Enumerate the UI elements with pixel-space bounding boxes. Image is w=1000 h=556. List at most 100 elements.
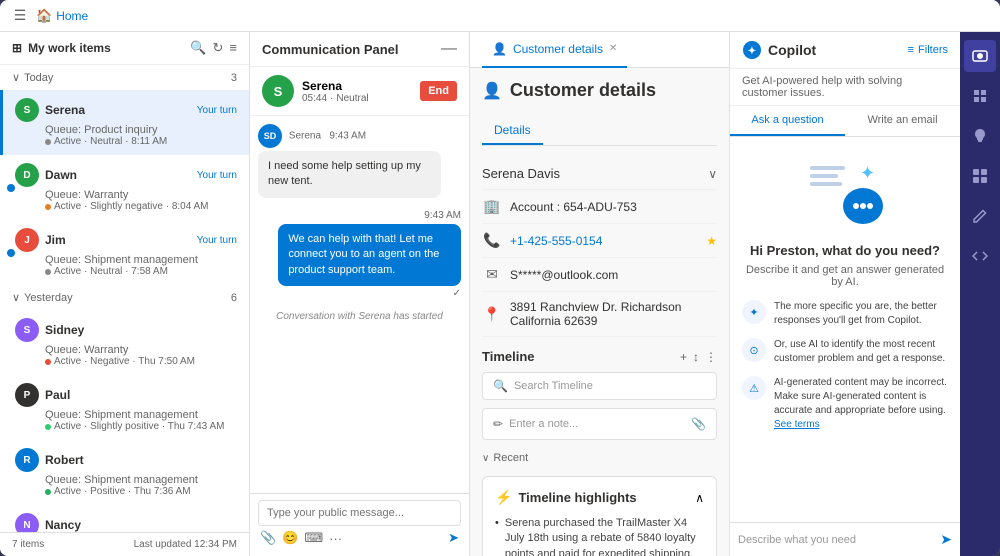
today-section-header: ∨ Today 3 [0, 65, 249, 90]
copilot-tabs: Ask a question Write an email [730, 106, 960, 137]
copilot-content: ✦ Hi Preston, what do you need? Describe… [730, 137, 960, 522]
timeline-search-placeholder: Search Timeline [514, 380, 593, 392]
tab-ask-question[interactable]: Ask a question [730, 106, 845, 136]
attach-icon[interactable]: 📎 [691, 417, 706, 431]
status-paul: Active · Slightly positive · Thu 7:43 AM [15, 421, 237, 432]
send-icon[interactable]: ➤ [448, 530, 459, 546]
name-serena: Serena [45, 103, 191, 117]
copilot-panel: ✦ Copilot ≡ Filters Get AI-powered help … [730, 32, 960, 556]
highlights-chevron[interactable]: ∧ [695, 491, 704, 505]
copilot-illustration: ✦ [805, 161, 885, 231]
customer-header: 👤 Customer details [482, 80, 717, 101]
message-header-1: SD Serena 9:43 AM [258, 124, 461, 148]
phone-number[interactable]: +1-425-555-0154 [510, 234, 698, 248]
queue-serena: Queue: Product inquiry [15, 124, 237, 136]
detail-row-account: 🏢 Account : 654-ADU-753 [482, 190, 717, 224]
chat-messages: SD Serena 9:43 AM I need some help setti… [250, 116, 469, 493]
add-timeline-icon[interactable]: + [680, 350, 687, 364]
name-paul: Paul [45, 388, 237, 402]
name-robert: Robert [45, 453, 237, 467]
chat-note: Conversation with Serena has started [258, 311, 461, 322]
sidebar-icon-lightbulb[interactable] [964, 120, 996, 152]
phone-icon: 📞 [482, 232, 502, 249]
copilot-greeting: Hi Preston, what do you need? [750, 243, 940, 258]
right-sidebar [960, 32, 1000, 556]
timeline-header: Timeline + ↕ ⋮ [482, 349, 717, 364]
tab-write-email[interactable]: Write an email [845, 106, 960, 136]
work-items-list: ∨ Today 3 S Serena Your turn Queue: Prod… [0, 65, 249, 532]
home-icon: 🏠 [36, 8, 52, 24]
menu-icon[interactable]: ☰ [12, 8, 28, 24]
detail-tab-details[interactable]: Details [482, 117, 543, 145]
tab-close-icon[interactable]: ✕ [609, 43, 617, 54]
end-button[interactable]: End [420, 81, 457, 101]
communication-panel: Communication Panel — S Serena 05:44 · N… [250, 32, 470, 556]
refresh-icon[interactable]: ↻ [213, 40, 224, 56]
yesterday-chevron[interactable]: ∨ [12, 291, 20, 304]
work-item-paul[interactable]: P Paul Queue: Shipment management Active… [0, 375, 249, 440]
customer-tab-label: Customer details [513, 42, 603, 56]
name-dawn: Dawn [45, 168, 191, 182]
queue-robert: Queue: Shipment management [15, 474, 237, 486]
sidebar-icon-edit[interactable] [964, 200, 996, 232]
contact-status: 05:44 · Neutral [302, 93, 412, 104]
customer-content: 👤 Customer details Details Serena Davis … [470, 68, 729, 556]
emoji-icon[interactable]: 😊 [282, 530, 298, 546]
chat-input[interactable] [258, 500, 461, 526]
sidebar-icon-teams[interactable] [964, 40, 996, 72]
queue-jim: Queue: Shipment management [15, 254, 237, 266]
gif-icon[interactable]: ⌨ [304, 530, 323, 546]
sidebar-icon-apps[interactable] [964, 80, 996, 112]
search-icon[interactable]: 🔍 [190, 40, 206, 56]
star-icon[interactable]: ★ [706, 234, 717, 248]
more-timeline-icon[interactable]: ⋮ [705, 350, 717, 364]
copilot-send-icon[interactable]: ➤ [940, 531, 952, 548]
contact-name: Serena [302, 79, 412, 93]
copilot-tip-2: ⊙ Or, use AI to identify the most recent… [742, 338, 948, 366]
account-icon: 🏢 [482, 198, 502, 215]
timeline-actions: + ↕ ⋮ [680, 350, 717, 364]
tip-icon-3: ⚠ [742, 376, 766, 400]
contact-info: Serena 05:44 · Neutral [302, 79, 412, 104]
timeline-search-icon: 🔍 [493, 379, 508, 393]
work-item-jim[interactable]: J Jim Your turn Queue: Shipment manageme… [0, 220, 249, 285]
work-items-actions: 🔍 ↻ ≡ [190, 40, 237, 56]
work-item-nancy[interactable]: N Nancy Queue: Warranty Active · Positiv… [0, 505, 249, 532]
minimize-icon[interactable]: — [441, 40, 457, 58]
work-item-robert[interactable]: R Robert Queue: Shipment management Acti… [0, 440, 249, 505]
filters-button[interactable]: ≡ Filters [908, 44, 948, 56]
svg-text:✦: ✦ [860, 163, 875, 183]
filter-icon[interactable]: ≡ [229, 40, 237, 56]
chat-message-incoming: SD Serena 9:43 AM I need some help setti… [258, 124, 461, 198]
contact-avatar: S [262, 75, 294, 107]
status-robert: Active · Positive · Thu 7:36 AM [15, 486, 237, 497]
today-chevron[interactable]: ∨ [12, 71, 20, 84]
address: 3891 Ranchview Dr. Richardson California… [510, 300, 717, 328]
sender-name-1: Serena [289, 131, 321, 142]
more-icon[interactable]: ··· [329, 531, 342, 546]
sidebar-icon-grid[interactable] [964, 160, 996, 192]
copilot-title: Copilot [768, 42, 816, 58]
terms-link[interactable]: See terms [774, 419, 820, 430]
work-item-sidney[interactable]: S Sidney Queue: Warranty Active · Negati… [0, 310, 249, 375]
customer-title-icon: 👤 [482, 81, 502, 101]
copilot-input[interactable] [738, 534, 934, 546]
queue-paul: Queue: Shipment management [15, 409, 237, 421]
app-container: ☰ 🏠 Home ⊞ My work items 🔍 ↻ ≡ [0, 0, 1000, 556]
note-placeholder: Enter a note... [509, 418, 685, 430]
expand-icon[interactable]: ∨ [708, 167, 717, 181]
status-sidney: Active · Negative · Thu 7:50 AM [15, 356, 237, 367]
work-item-serena[interactable]: S Serena Your turn Queue: Product inquir… [0, 90, 249, 155]
sort-icon[interactable]: ↕ [693, 350, 699, 364]
recent-header[interactable]: ∨ Recent [482, 448, 717, 468]
copilot-title-row: ✦ Copilot [742, 40, 816, 60]
work-item-dawn[interactable]: D Dawn Your turn Queue: Warranty Active … [0, 155, 249, 220]
sidebar-icon-code[interactable] [964, 240, 996, 272]
recent-chevron-icon: ∨ [482, 453, 489, 464]
attachment-icon[interactable]: 📎 [260, 530, 276, 546]
tip-text-3: AI-generated content may be incorrect. M… [774, 376, 948, 432]
account-number: Account : 654-ADU-753 [510, 200, 717, 214]
tab-customer-details[interactable]: 👤 Customer details ✕ [482, 32, 627, 68]
message-check: ✓ [258, 288, 461, 299]
home-tab[interactable]: 🏠 Home [36, 8, 88, 24]
